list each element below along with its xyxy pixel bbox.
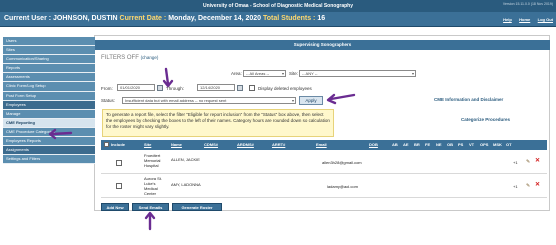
arrow-to-cme-reporting [50, 131, 73, 136]
annotation-arrows [48, 67, 356, 231]
arrow-to-dates [164, 67, 170, 86]
